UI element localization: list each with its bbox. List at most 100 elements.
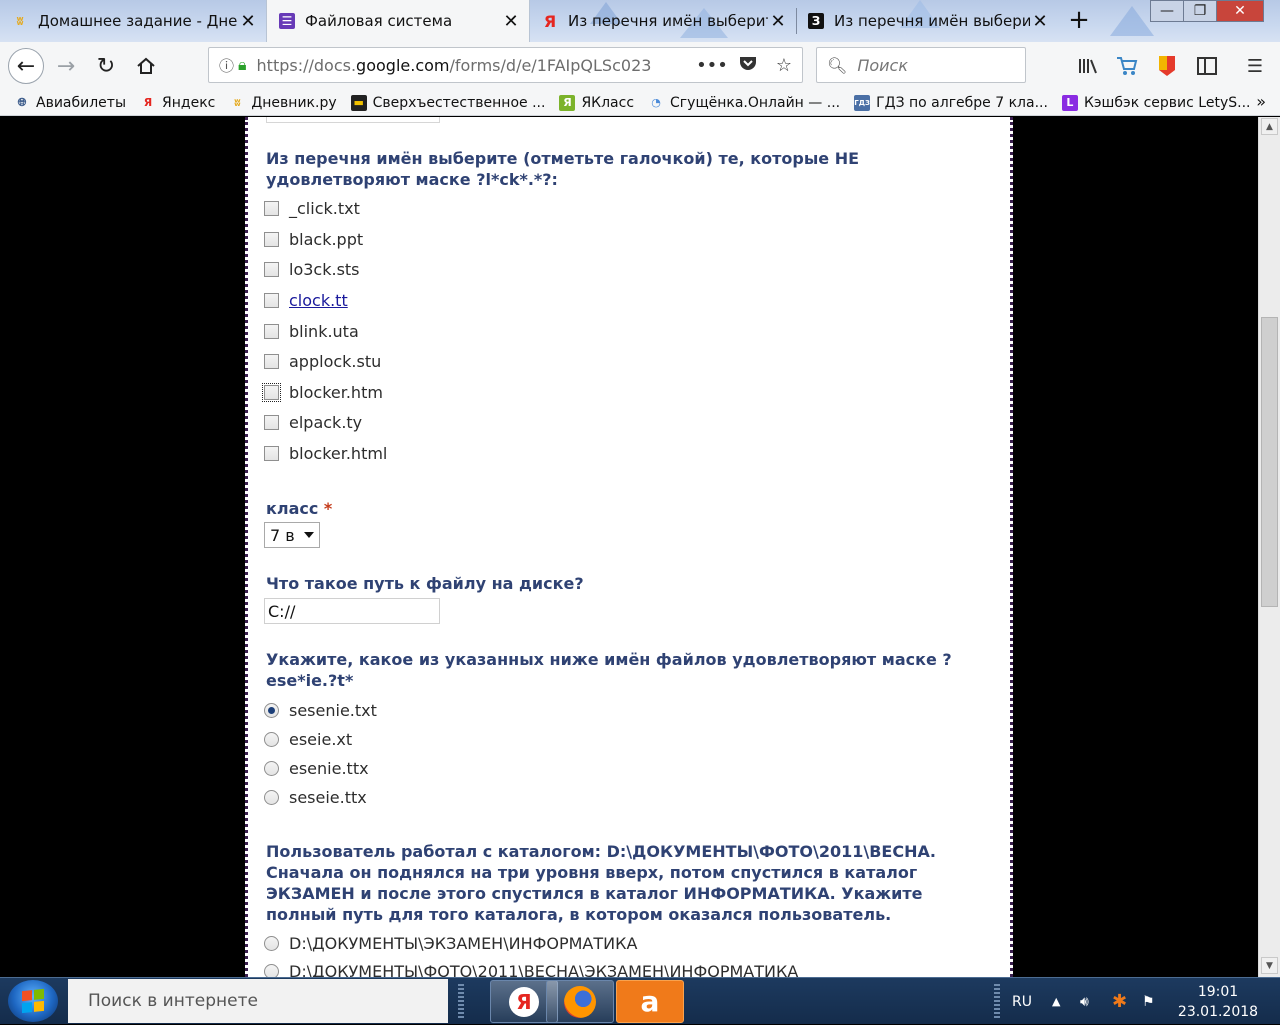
close-tab-icon[interactable]: ✕ (768, 11, 788, 32)
option-label: esenie.ttx (289, 759, 369, 778)
taskbar-grip (458, 984, 464, 1018)
info-icon[interactable]: ⓘ (219, 55, 234, 76)
firefox-taskbar-button[interactable] (546, 980, 614, 1023)
checkbox-option[interactable]: _click.txt (264, 199, 360, 218)
checkbox[interactable] (264, 354, 279, 369)
url-prefix: https://docs. (256, 55, 357, 75)
checkbox[interactable] (264, 446, 279, 461)
checkbox-option[interactable]: blocker.html (264, 444, 387, 463)
radio-button-checked[interactable] (264, 703, 279, 718)
bookmark-letyshops[interactable]: L Кэшбэк сервис LetyS... (1061, 94, 1250, 111)
bookmark-yandex[interactable]: Я Яндекс (140, 95, 216, 111)
action-center-flag-icon[interactable]: ⚑ (1142, 978, 1155, 1025)
volume-icon[interactable]: 🔊︎ (1080, 978, 1089, 1025)
google-forms-favicon-icon: ☰ (279, 13, 295, 29)
checkbox[interactable] (264, 293, 279, 308)
home-button[interactable] (128, 48, 164, 84)
tab-title: Из перечня имён выберите (834, 12, 1030, 30)
tab-znanija[interactable]: З Из перечня имён выберите ✕ (796, 0, 1058, 42)
checkbox[interactable] (264, 232, 279, 247)
url-bar[interactable]: ⓘ 🔒︎ https://docs.google.com/forms/d/e/1… (208, 47, 803, 83)
bookmarks-overflow-icon[interactable]: » (1256, 92, 1266, 111)
radio-option[interactable]: seseie.ttx (264, 788, 367, 807)
tab-dnevnik[interactable]: ʬ Домашнее задание - Днев ✕ (0, 0, 266, 42)
bookmark-gdz[interactable]: ГДЗ ГДЗ по алгебре 7 кла... (854, 94, 1048, 111)
checkbox-option[interactable]: clock.tt (264, 291, 348, 310)
scrollbar-thumb[interactable] (1261, 317, 1278, 607)
taskbar-search-input[interactable]: Поиск в интернете (68, 979, 448, 1023)
class-select[interactable]: 7 в (264, 522, 320, 548)
tray-expand-icon[interactable]: ▲ (1052, 978, 1060, 1025)
option-label: elpack.ty (289, 413, 363, 432)
maximize-button[interactable]: ❐ (1183, 0, 1217, 22)
checkbox[interactable] (264, 262, 279, 277)
previous-text-field[interactable] (266, 117, 440, 123)
back-button[interactable]: ← (8, 48, 44, 84)
bookmark-star-icon[interactable]: ☆ (766, 55, 802, 76)
avast-tray-icon[interactable]: ✱ (1112, 978, 1127, 1025)
question-title: Пользователь работал с каталогом: D:\ДОК… (266, 842, 936, 924)
language-indicator[interactable]: RU (1012, 978, 1032, 1025)
radio-button[interactable] (264, 732, 279, 747)
radio-option[interactable]: esenie.ttx (264, 759, 369, 778)
tab-yandex-search[interactable]: Я Из перечня имён выберите ✕ (530, 0, 796, 42)
path-text-input[interactable]: C:// (264, 598, 440, 624)
checkbox[interactable] (264, 201, 279, 216)
radio-button[interactable] (264, 964, 279, 977)
extension-flag-icon[interactable] (1154, 54, 1180, 78)
library-icon[interactable] (1076, 54, 1102, 78)
taskbar-grip (994, 984, 1000, 1018)
bookmark-supernatural[interactable]: ▬ Сверхъестественное ... (350, 94, 545, 111)
checkbox-option[interactable]: lo3ck.sts (264, 260, 360, 279)
window-close-button[interactable]: ✕ (1216, 0, 1264, 22)
option-label-link[interactable]: clock.tt (289, 291, 348, 310)
checkbox-option[interactable]: elpack.ty (264, 413, 362, 432)
system-clock[interactable]: 19:01 23.01.2018 (1176, 982, 1260, 1022)
pocket-icon[interactable] (730, 55, 766, 76)
search-icon: 🔍︎ (827, 55, 848, 75)
radio-option[interactable]: eseie.xt (264, 730, 352, 749)
new-tab-button[interactable]: + (1062, 4, 1096, 38)
vertical-scrollbar[interactable]: ▲ ▼ (1258, 117, 1280, 977)
page-actions-icon[interactable]: ••• (694, 55, 730, 76)
checkbox[interactable] (262, 383, 281, 402)
radio-button[interactable] (264, 790, 279, 805)
question-title: Что такое путь к файлу на диске? (266, 574, 584, 593)
close-tab-icon[interactable]: ✕ (1030, 11, 1050, 32)
forward-button[interactable]: → (48, 48, 84, 84)
scroll-down-icon[interactable]: ▼ (1261, 957, 1278, 974)
minimize-button[interactable]: — (1150, 0, 1184, 22)
bookmark-yaklass[interactable]: Я ЯКласс (559, 94, 634, 111)
bookmark-label: Дневник.ру (251, 94, 337, 111)
radio-button[interactable] (264, 761, 279, 776)
avast-taskbar-button[interactable]: a (616, 980, 684, 1023)
checkbox[interactable] (264, 415, 279, 430)
checkbox-option[interactable]: applock.stu (264, 352, 381, 371)
close-tab-icon[interactable]: ✕ (501, 11, 521, 32)
url-text[interactable]: https://docs.google.com/forms/d/e/1FAIpQ… (257, 56, 694, 75)
chevron-down-icon (304, 532, 314, 538)
forward-arrow-icon: → (56, 53, 76, 79)
checkbox-option[interactable]: blink.uta (264, 322, 359, 341)
radio-option[interactable]: D:\ДОКУМЕНТЫ\ФОТО\2011\ВЕСНА\ЭКЗАМЕН\ИНФ… (264, 962, 798, 977)
bookmark-sgushenka[interactable]: ◔ Сгущёнка.Онлайн — ... (648, 95, 840, 111)
radio-button[interactable] (264, 936, 279, 951)
reload-button[interactable]: ↻ (88, 48, 124, 84)
shopping-cart-icon[interactable] (1114, 54, 1140, 78)
checkbox-option[interactable]: blocker.htm (262, 383, 383, 402)
close-tab-icon[interactable]: ✕ (238, 11, 258, 32)
question-title-text: класс (266, 499, 319, 518)
search-bar[interactable]: 🔍︎ Поиск (816, 47, 1026, 83)
radio-option[interactable]: D:\ДОКУМЕНТЫ\ЭКЗАМЕН\ИНФОРМАТИКА (264, 934, 637, 953)
checkbox-option[interactable]: black.ppt (264, 230, 363, 249)
scroll-up-icon[interactable]: ▲ (1261, 118, 1278, 135)
bookmark-dnevnik[interactable]: ʬ Дневник.ру (229, 94, 337, 111)
option-label: blocker.htm (289, 383, 383, 402)
start-button[interactable] (8, 980, 58, 1022)
tab-file-system[interactable]: ☰ Файловая система ✕ (266, 0, 530, 42)
radio-option[interactable]: sesenie.txt (264, 701, 377, 720)
sidebar-icon[interactable] (1194, 54, 1220, 78)
checkbox[interactable] (264, 324, 279, 339)
menu-icon[interactable]: ☰ (1242, 54, 1268, 78)
bookmark-aviabilety[interactable]: 🌐︎ Авиабилеты (14, 95, 126, 111)
